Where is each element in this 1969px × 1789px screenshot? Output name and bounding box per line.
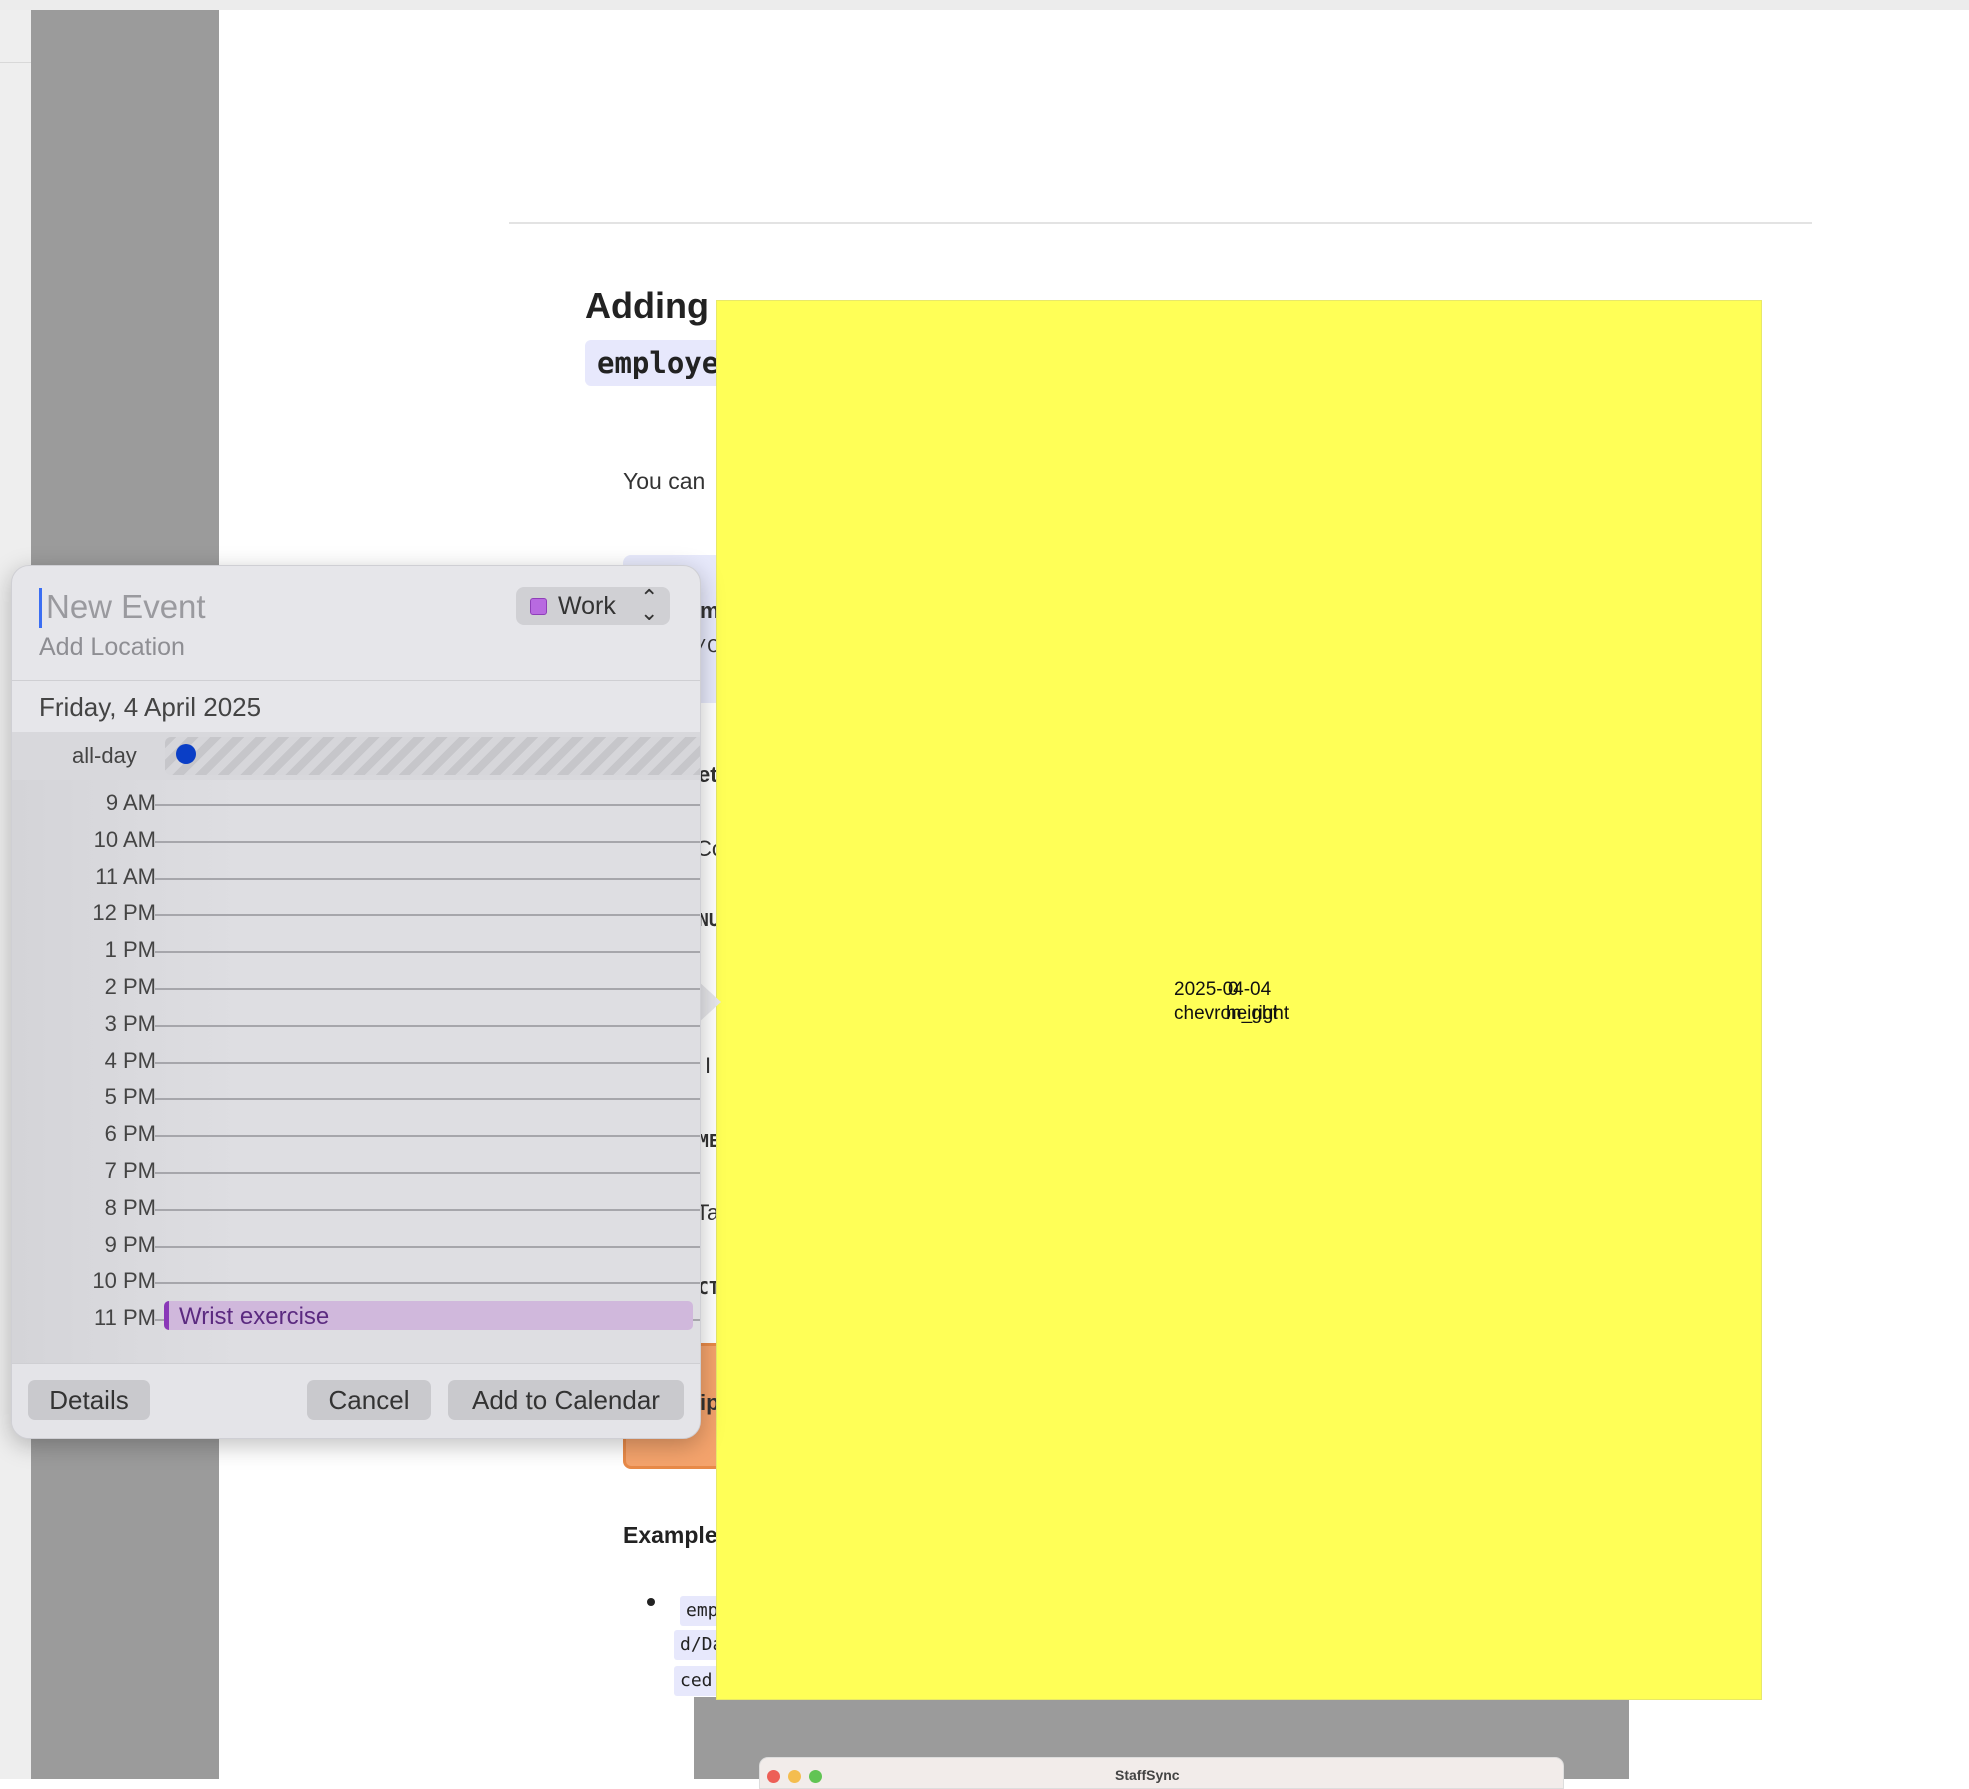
hour-gridline — [155, 1098, 700, 1101]
intro-paragraph: You can — [623, 468, 706, 494]
examples-heading: Example — [623, 1522, 718, 1548]
left-edge-divider — [0, 62, 31, 63]
hour-label: 6 PM — [104, 1121, 156, 1147]
updown-chevron-icon: ⌃ ⌄ — [640, 585, 659, 625]
event-title-input[interactable]: New Event — [39, 586, 489, 630]
hour-gridline — [155, 1024, 700, 1027]
hour-gridline — [155, 1208, 700, 1211]
overlay-overlap-text: 0 — [1228, 979, 1239, 1000]
hour-label: 10 PM — [92, 1268, 156, 1294]
hour-label: 8 PM — [104, 1194, 156, 1220]
hour-label: 2 PM — [104, 974, 156, 999]
calendar-name: Work — [558, 592, 616, 620]
event-location-input[interactable]: Add Location — [39, 633, 185, 662]
cancel-button[interactable]: Cancel — [307, 1380, 431, 1420]
hour-gridline — [155, 877, 700, 880]
app-window-titlebar: StaffSync — [759, 1757, 1564, 1789]
all-day-label: all-day — [72, 743, 137, 768]
text-fragment: I — [705, 1053, 712, 1078]
add-to-calendar-button[interactable]: Add to Calendar — [448, 1380, 684, 1420]
overlay-overlap-text: height — [1226, 1003, 1278, 1024]
hour-label: 1 PM — [104, 937, 156, 963]
overlay-date-text: 2025-04-04 — [1174, 979, 1272, 1000]
section-heading: Adding — [585, 285, 709, 326]
event-title-placeholder: New Event — [46, 588, 206, 625]
existing-event-block[interactable]: Wrist exercise — [164, 1301, 693, 1330]
event-date-label: Friday, 4 April 2025 — [39, 692, 262, 722]
list-bullet — [647, 1598, 655, 1606]
current-time-dot — [176, 744, 196, 764]
calendar-color-swatch — [530, 598, 547, 615]
hour-label: 10 AM — [93, 826, 156, 852]
hour-label: 11 PM — [94, 1305, 156, 1331]
divider — [12, 680, 700, 681]
hour-label: 5 PM — [104, 1084, 156, 1110]
section-divider — [509, 222, 1812, 224]
hour-gridline — [155, 1135, 700, 1138]
hour-label: 9 PM — [104, 1231, 156, 1257]
calendar-select[interactable]: Work ⌃ ⌄ — [516, 587, 670, 625]
day-timeline[interactable]: 9 AM 10 AM 11 AM 12 PM 1 PM 2 PM 3 PM 4 PM 5 PM 6… — [12, 780, 700, 1363]
hour-label: 4 PM — [104, 1047, 156, 1073]
hour-gridline — [155, 1061, 700, 1064]
close-dot-icon[interactable] — [767, 1770, 780, 1783]
minimize-dot-icon[interactable] — [788, 1770, 801, 1783]
text-caret — [39, 588, 42, 628]
hour-gridline — [155, 804, 700, 806]
command-code-chip: employe — [585, 340, 732, 386]
details-button[interactable]: Details — [28, 1380, 150, 1420]
new-event-popover: New Event Add Location Work ⌃ ⌄ Friday, 4… — [11, 565, 701, 1439]
hour-gridline — [155, 840, 700, 843]
zoom-dot-icon[interactable] — [809, 1770, 822, 1783]
hour-gridline — [155, 1245, 700, 1248]
hour-gridline — [155, 1282, 700, 1285]
hour-label: 12 PM — [92, 900, 156, 926]
existing-event-title: Wrist exercise — [179, 1303, 330, 1330]
all-day-row: all-day — [12, 732, 700, 780]
hour-gridline — [155, 988, 700, 990]
popover-footer: Details Cancel Add to Calendar — [12, 1363, 700, 1438]
hour-label: 9 AM — [105, 790, 156, 815]
hour-gridline — [155, 951, 700, 954]
app-window-title: StaffSync — [1115, 1767, 1180, 1783]
hour-label: 3 PM — [104, 1010, 156, 1036]
event-color-bar — [164, 1301, 169, 1330]
hour-label: 11 AM — [95, 863, 156, 889]
all-day-area[interactable] — [165, 737, 700, 775]
hour-gridline — [155, 1172, 700, 1174]
hour-label: 7 PM — [104, 1158, 156, 1183]
hour-gridline — [155, 914, 700, 917]
